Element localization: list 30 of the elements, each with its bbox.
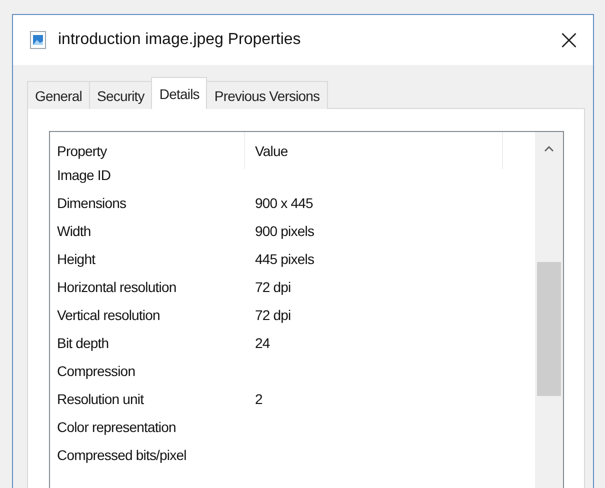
tab[interactable]: Previous Versions — [206, 81, 328, 109]
property-cell-text: Image ID — [56, 167, 112, 183]
property-cell-text: Color representation — [56, 419, 177, 435]
value-cell-text: 900 x 445 — [254, 195, 313, 211]
close-button[interactable]: × — [549, 20, 589, 60]
property-cell-text: Horizontal resolution — [56, 279, 178, 295]
image-file-icon — [30, 31, 46, 49]
property-cell-text: Dimensions — [56, 195, 128, 211]
tab[interactable]: Details — [151, 77, 208, 109]
value-cell-text: 2 — [254, 391, 262, 407]
value-cell-text: 900 pixels — [254, 223, 314, 239]
scrollbar[interactable] — [535, 132, 563, 488]
window-title: introduction image.jpeg Properties — [58, 31, 302, 49]
tab[interactable]: Security — [89, 81, 152, 109]
property-cell-text: Resolution unit — [56, 391, 145, 407]
property-cell-text: Height — [56, 251, 96, 267]
value-cell-text: 24 — [254, 335, 270, 351]
scrollbar-thumb[interactable] — [537, 262, 561, 396]
column-header[interactable]: Value — [245, 132, 503, 169]
value-cell-text: 445 pixels — [254, 251, 314, 267]
column-header[interactable]: Property — [50, 132, 245, 169]
property-cell-text: Compression — [56, 363, 136, 379]
property-cell-text: Compressed bits/pixel — [56, 447, 188, 463]
property-cell-text: Bit depth — [56, 335, 110, 351]
tab[interactable]: General — [27, 81, 90, 109]
scroll-up-icon[interactable] — [544, 146, 554, 152]
property-cell-text: Vertical resolution — [56, 307, 161, 323]
property-cell-text: Width — [56, 223, 92, 239]
value-cell-text: 72 dpi — [254, 279, 291, 295]
value-cell-text: 72 dpi — [254, 307, 291, 323]
